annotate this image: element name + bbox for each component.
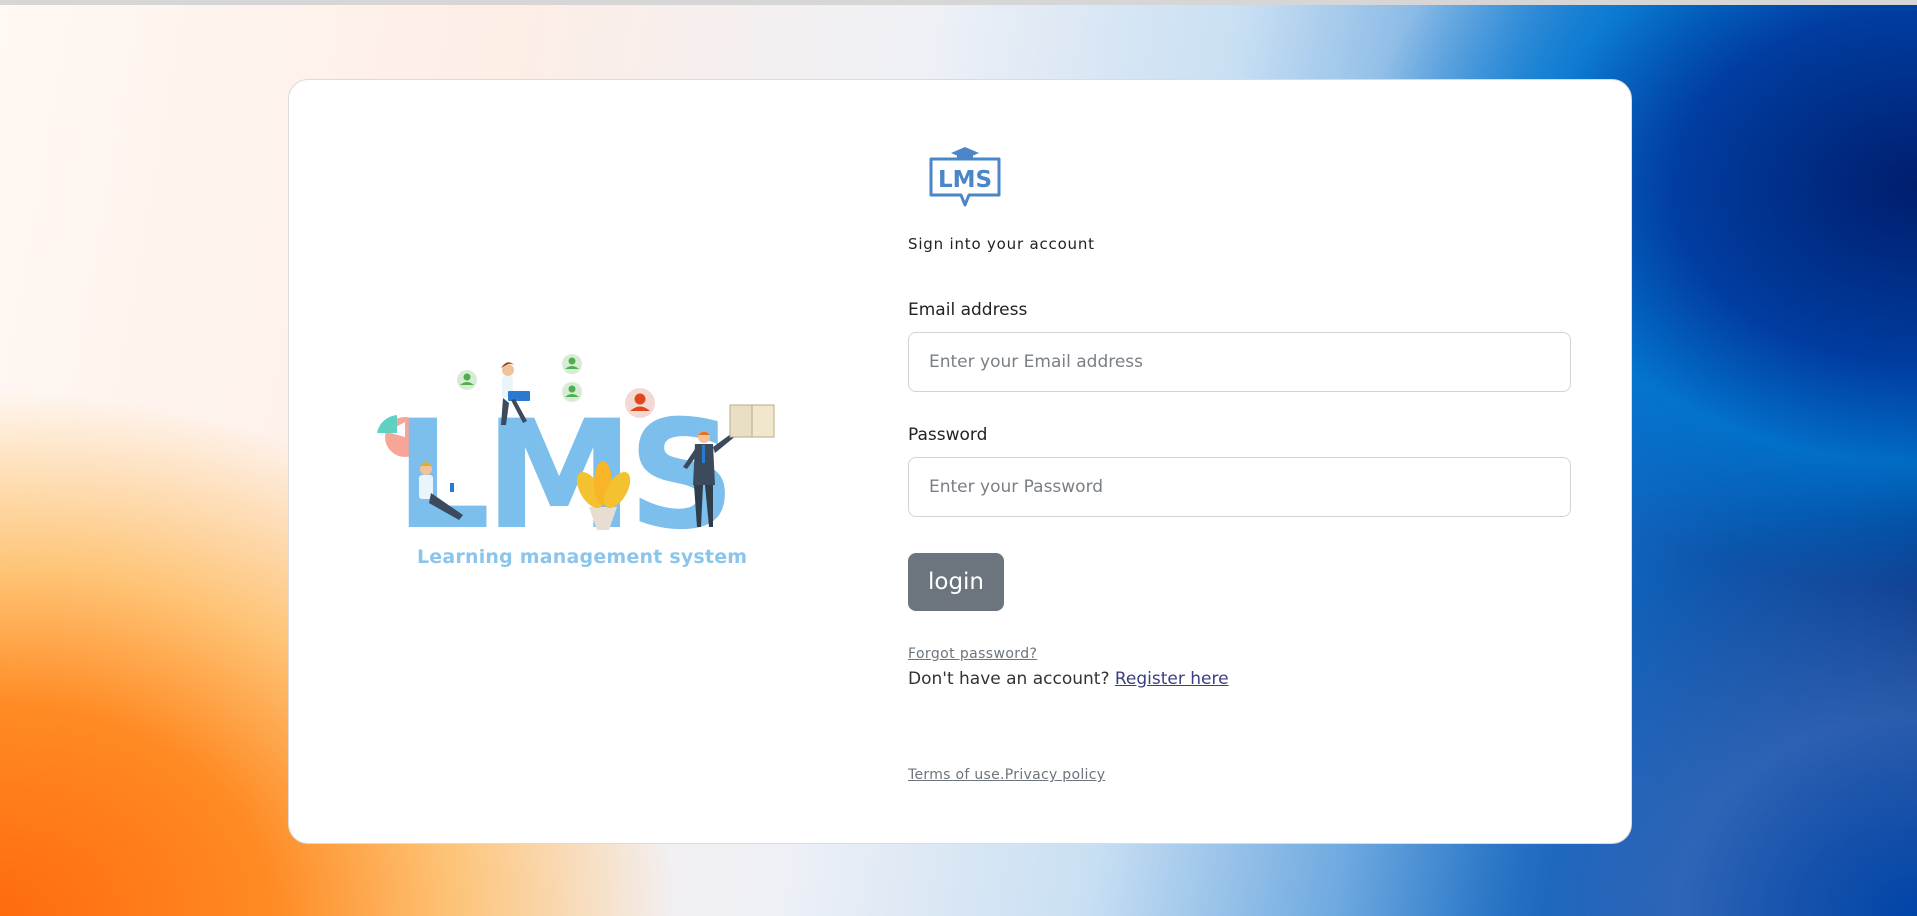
- email-label: Email address: [908, 300, 1028, 320]
- user-icon: [562, 354, 582, 374]
- register-prompt: Don't have an account? Register here: [908, 669, 1229, 689]
- illustration-tagline: Learning management system: [417, 546, 748, 568]
- email-field[interactable]: [908, 332, 1571, 392]
- no-account-text: Don't have an account?: [908, 669, 1115, 689]
- book-icon: [729, 404, 775, 438]
- user-icon: [457, 370, 477, 390]
- terms-of-use-link[interactable]: Terms of use.: [908, 767, 1005, 783]
- lms-letters: LMS: [395, 389, 730, 563]
- login-button[interactable]: login: [908, 553, 1004, 611]
- lms-illustration: LMS: [377, 354, 775, 563]
- logo-text: LMS: [938, 167, 992, 193]
- password-field[interactable]: [908, 457, 1571, 517]
- page-background: LMS Learning management system LMS Sign …: [0, 0, 1917, 916]
- privacy-policy-link[interactable]: Privacy policy: [1005, 767, 1106, 783]
- user-icon-highlight: [625, 388, 655, 418]
- sign-in-subtitle: Sign into your account: [908, 235, 1095, 253]
- legal-links: Terms of use.Privacy policy: [908, 767, 1105, 783]
- lms-logo-icon: LMS: [929, 147, 1001, 207]
- register-link[interactable]: Register here: [1115, 669, 1229, 689]
- forgot-password-link[interactable]: Forgot password?: [908, 646, 1037, 662]
- user-icon: [562, 382, 582, 402]
- password-label: Password: [908, 425, 988, 445]
